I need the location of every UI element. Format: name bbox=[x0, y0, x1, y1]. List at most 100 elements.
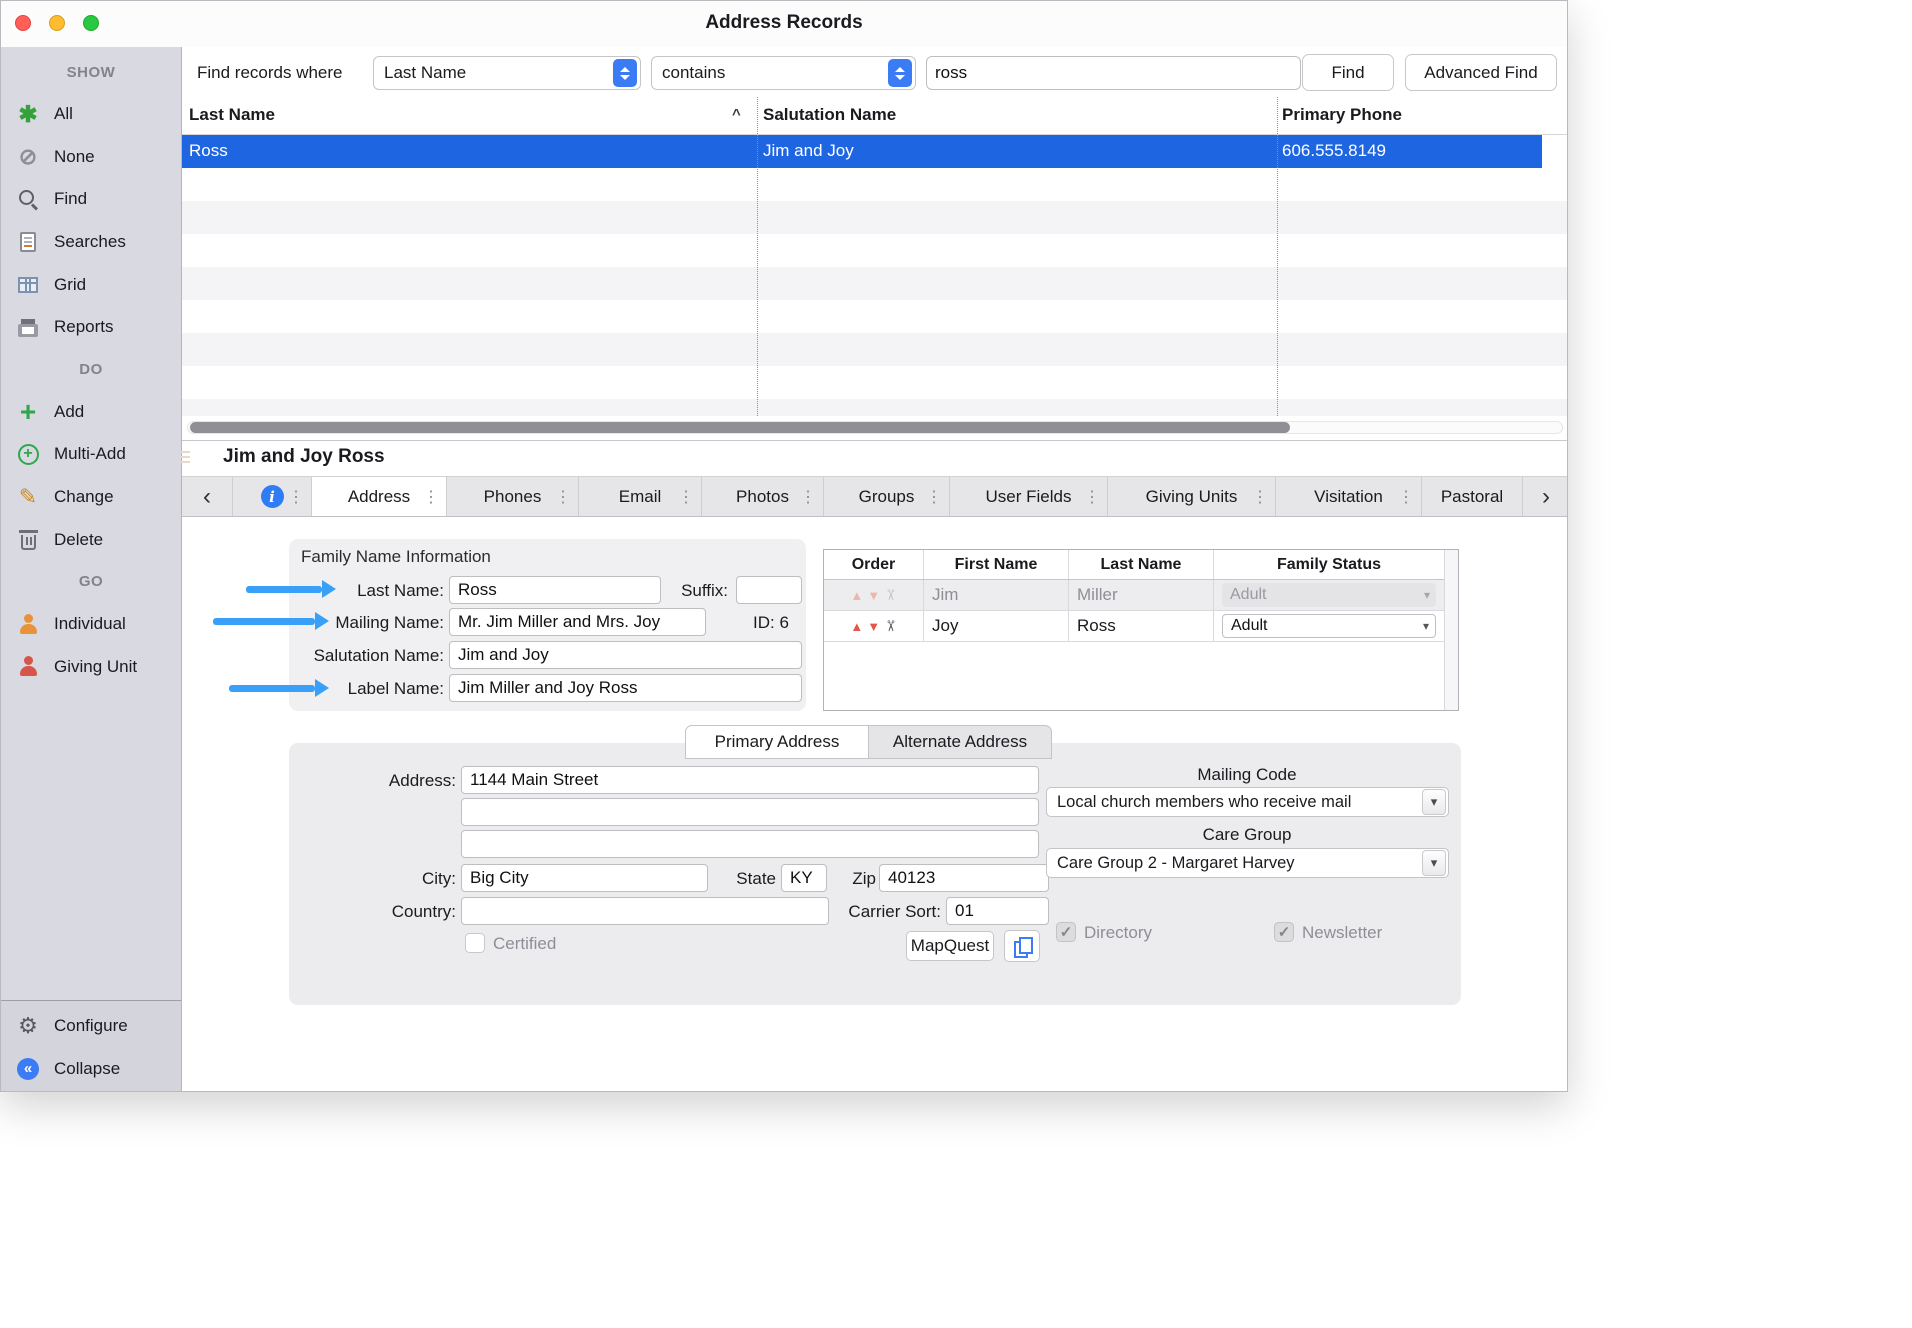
tab-menu-dots-icon[interactable]: ⋮ bbox=[800, 487, 816, 507]
sidebar-item-individual[interactable]: Individual bbox=[1, 603, 181, 646]
sidebar-item-reports[interactable]: Reports bbox=[1, 306, 181, 349]
tab-scroll-left-button[interactable]: ‹ bbox=[182, 477, 233, 516]
tab-info[interactable]: i ⋮ bbox=[233, 477, 312, 516]
sidebar-item-add[interactable]: + Add bbox=[1, 391, 181, 434]
state-label: State bbox=[726, 869, 776, 889]
result-count: 1 Result bbox=[1542, 449, 1568, 469]
family-status-select: Adult ▾ bbox=[1222, 583, 1436, 607]
find-query-input[interactable] bbox=[926, 56, 1301, 90]
sidebar-section-go: GO bbox=[1, 561, 181, 603]
address-line1-field[interactable] bbox=[461, 766, 1039, 794]
tab-menu-dots-icon[interactable]: ⋮ bbox=[678, 487, 694, 507]
suffix-field[interactable] bbox=[736, 576, 802, 604]
tab-alternate-address[interactable]: Alternate Address bbox=[869, 725, 1052, 759]
country-field[interactable] bbox=[461, 897, 829, 925]
address-line2-field[interactable] bbox=[461, 798, 1039, 826]
tab-label: Visitation bbox=[1314, 487, 1383, 507]
tab-menu-dots-icon[interactable]: ⋮ bbox=[926, 487, 942, 507]
saved-search-icon bbox=[14, 232, 42, 252]
tab-menu-dots-icon[interactable]: ⋮ bbox=[288, 487, 304, 507]
tab-address[interactable]: Address ⋮ bbox=[312, 477, 447, 516]
sidebar-item-all[interactable]: ✱ All bbox=[1, 93, 181, 136]
sidebar-item-change[interactable]: ✎ Change bbox=[1, 476, 181, 519]
mailing-code-select[interactable]: Local church members who receive mail ▾ bbox=[1046, 787, 1449, 817]
last-name-field[interactable] bbox=[449, 576, 661, 604]
find-operator-value: contains bbox=[652, 63, 888, 83]
address-line3-field[interactable] bbox=[461, 830, 1039, 858]
move-up-icon[interactable]: ▲ bbox=[850, 620, 863, 633]
certified-checkbox[interactable] bbox=[465, 933, 485, 953]
move-down-icon: ▼ bbox=[867, 589, 880, 602]
tab-menu-dots-icon[interactable]: ⋮ bbox=[1084, 487, 1100, 507]
horizontal-scrollbar-thumb[interactable] bbox=[190, 422, 1290, 433]
care-group-select[interactable]: Care Group 2 - Margaret Harvey ▾ bbox=[1046, 848, 1449, 878]
tab-menu-dots-icon[interactable]: ⋮ bbox=[423, 487, 439, 507]
tab-primary-address[interactable]: Primary Address bbox=[685, 725, 869, 759]
tab-email[interactable]: Email ⋮ bbox=[579, 477, 702, 516]
tab-groups[interactable]: Groups ⋮ bbox=[824, 477, 950, 516]
tab-pastoral[interactable]: Pastoral bbox=[1422, 477, 1523, 516]
find-operator-select[interactable]: contains bbox=[651, 56, 916, 90]
sidebar-item-configure[interactable]: ⚙ Configure bbox=[1, 1005, 181, 1048]
tab-label: User Fields bbox=[986, 487, 1072, 507]
tab-scroll-right-button[interactable]: › bbox=[1523, 477, 1568, 516]
move-down-icon[interactable]: ▼ bbox=[867, 620, 880, 633]
member-row[interactable]: ▲ ▼ ✂ Joy Ross Adult ▾ bbox=[824, 611, 1458, 642]
tab-giving-units[interactable]: Giving Units ⋮ bbox=[1108, 477, 1276, 516]
sidebar-item-collapse[interactable]: « Collapse bbox=[1, 1048, 181, 1091]
column-divider[interactable] bbox=[757, 97, 758, 416]
column-header-salutation-name[interactable]: Salutation Name bbox=[763, 105, 896, 125]
members-scrollbar[interactable] bbox=[1444, 550, 1458, 710]
sidebar-item-multi-add[interactable]: + Multi-Add bbox=[1, 433, 181, 476]
zip-field[interactable] bbox=[879, 864, 1049, 892]
tab-phones[interactable]: Phones ⋮ bbox=[447, 477, 579, 516]
find-field-select[interactable]: Last Name bbox=[373, 56, 641, 90]
member-row[interactable]: ▲ ▼ ✂ Jim Miller Adult ▾ bbox=[824, 580, 1458, 611]
person-icon bbox=[14, 614, 42, 635]
find-button[interactable]: Find bbox=[1302, 54, 1394, 91]
members-column-first-name: First Name bbox=[924, 550, 1069, 579]
selected-result-row[interactable]: Ross Jim and Joy 606.555.8149 bbox=[182, 135, 1542, 168]
search-icon bbox=[14, 188, 42, 210]
column-divider[interactable] bbox=[1277, 97, 1278, 416]
family-status-select[interactable]: Adult ▾ bbox=[1222, 614, 1436, 638]
city-field[interactable] bbox=[461, 864, 708, 892]
collapse-icon: « bbox=[14, 1058, 42, 1080]
tab-user-fields[interactable]: User Fields ⋮ bbox=[950, 477, 1108, 516]
copy-address-button[interactable] bbox=[1004, 930, 1040, 962]
sidebar-item-none[interactable]: ⊘ None bbox=[1, 136, 181, 179]
scissors-icon[interactable]: ✂ bbox=[881, 620, 899, 633]
slashed-circle-icon: ⊘ bbox=[14, 144, 42, 170]
mailing-name-field[interactable] bbox=[449, 608, 706, 636]
tab-menu-dots-icon[interactable]: ⋮ bbox=[555, 487, 571, 507]
find-records-where-label: Find records where bbox=[197, 63, 343, 83]
carrier-sort-field[interactable] bbox=[946, 897, 1049, 925]
tab-menu-dots-icon[interactable]: ⋮ bbox=[1398, 487, 1414, 507]
sidebar-item-find[interactable]: Find bbox=[1, 178, 181, 221]
tab-visitation[interactable]: Visitation ⋮ bbox=[1276, 477, 1422, 516]
sort-ascending-icon[interactable]: ^ bbox=[732, 106, 741, 123]
sidebar-item-delete[interactable]: Delete bbox=[1, 518, 181, 561]
sidebar-item-label: Add bbox=[54, 402, 84, 422]
tab-menu-dots-icon[interactable]: ⋮ bbox=[1252, 487, 1268, 507]
tab-label: Photos bbox=[736, 487, 789, 507]
sidebar-item-giving-unit[interactable]: Giving Unit bbox=[1, 646, 181, 689]
sidebar-item-label: Multi-Add bbox=[54, 444, 126, 464]
salutation-name-field[interactable] bbox=[449, 641, 802, 669]
family-members-table: Order First Name Last Name Family Status… bbox=[823, 549, 1459, 711]
sidebar-item-grid[interactable]: Grid bbox=[1, 263, 181, 306]
advanced-find-button[interactable]: Advanced Find bbox=[1405, 54, 1557, 91]
grid-icon bbox=[14, 277, 42, 293]
column-header-last-name[interactable]: Last Name bbox=[189, 105, 275, 125]
tab-label: Giving Units bbox=[1146, 487, 1238, 507]
column-header-primary-phone[interactable]: Primary Phone bbox=[1282, 105, 1402, 125]
mailing-code-label: Mailing Code bbox=[1147, 765, 1347, 785]
mapquest-button[interactable]: MapQuest bbox=[906, 931, 994, 961]
state-field[interactable] bbox=[781, 864, 827, 892]
tab-photos[interactable]: Photos ⋮ bbox=[702, 477, 824, 516]
label-name-field[interactable] bbox=[449, 674, 802, 702]
sidebar-item-searches[interactable]: Searches bbox=[1, 221, 181, 264]
chevron-down-icon: ▾ bbox=[1422, 789, 1446, 815]
results-header: Last Name ^ Salutation Name Primary Phon… bbox=[182, 97, 1568, 135]
care-group-value: Care Group 2 - Margaret Harvey bbox=[1047, 854, 1422, 873]
